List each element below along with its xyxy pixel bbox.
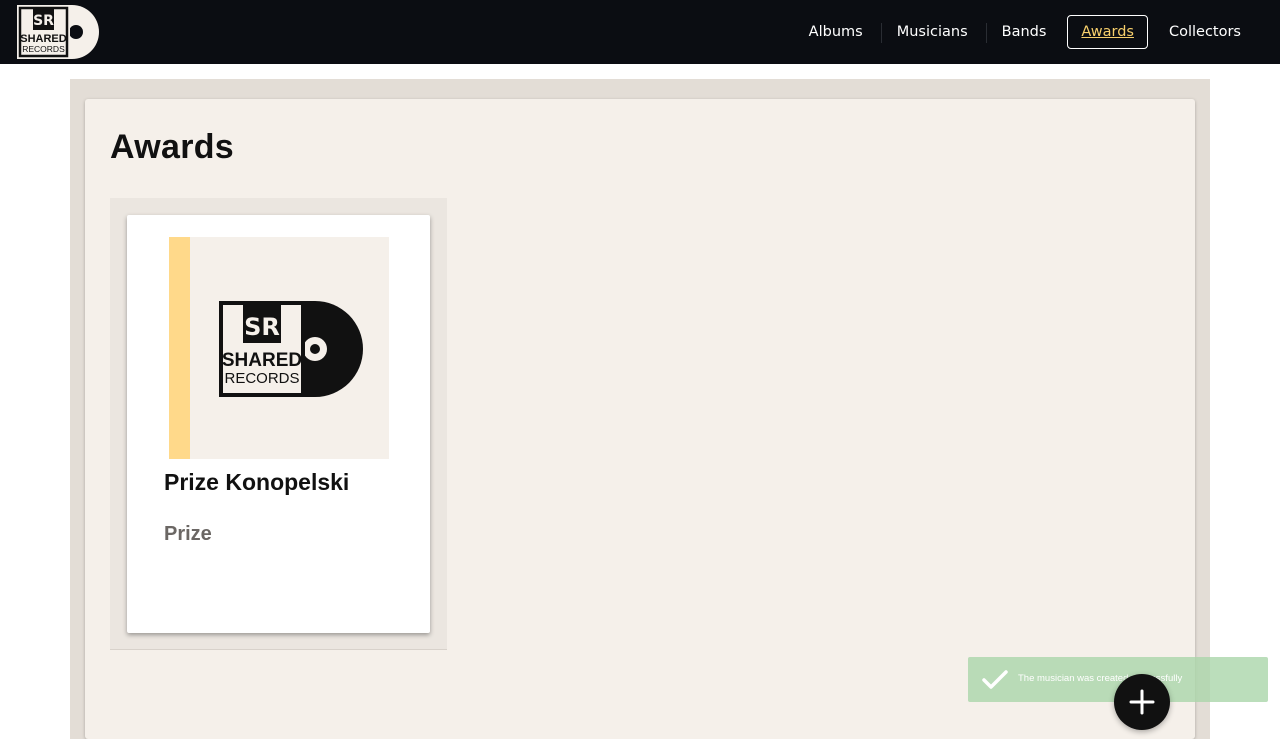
svg-text:RECORDS: RECORDS — [224, 370, 299, 387]
svg-text:RECORDS: RECORDS — [22, 44, 65, 54]
shared-records-logo[interactable]: SR SHARED RECORDS — [16, 4, 100, 60]
nav-musicians[interactable]: Musicians — [880, 15, 985, 49]
award-name: Prize Konopelski — [164, 469, 350, 495]
award-type: Prize — [164, 523, 212, 545]
nav-bands[interactable]: Bands — [985, 15, 1064, 49]
svg-text:SR: SR — [33, 13, 54, 29]
add-award-button[interactable] — [1114, 674, 1170, 730]
plus-icon — [1129, 689, 1155, 715]
page-title: Awards — [110, 128, 235, 166]
nav-awards[interactable]: Awards — [1067, 15, 1148, 49]
image-accent-stripe — [169, 237, 190, 459]
nav-albums[interactable]: Albums — [792, 15, 880, 49]
award-card-image: SR SHARED RECORDS — [169, 237, 389, 459]
main-nav: Albums Musicians Bands Awards Collectors — [792, 15, 1258, 49]
svg-text:SHARED: SHARED — [222, 350, 302, 371]
navbar: SR SHARED RECORDS Albums Musicians Bands… — [0, 0, 1280, 64]
nav-collectors[interactable]: Collectors — [1152, 15, 1258, 49]
svg-text:SR: SR — [244, 313, 280, 341]
check-icon — [982, 670, 1008, 689]
award-card[interactable]: SR SHARED RECORDS Prize Konopelski Prize — [127, 215, 430, 633]
shared-records-logo-icon: SR SHARED RECORDS — [219, 301, 363, 397]
